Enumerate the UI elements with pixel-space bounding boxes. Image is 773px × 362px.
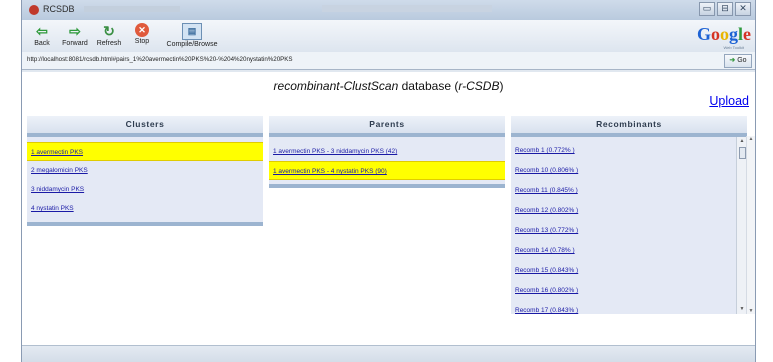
title-text: database (	[398, 79, 459, 93]
recombinant-item[interactable]: Recomb 16 (0.802% )	[511, 281, 747, 301]
clusters-footer	[27, 218, 263, 226]
scroll-thumb[interactable]	[738, 147, 746, 159]
refresh-button[interactable]: ↻ Refresh	[94, 21, 124, 51]
forward-label: Forward	[62, 40, 88, 47]
recombinant-item[interactable]: Recomb 15 (0.843% )	[511, 261, 747, 281]
title-abbrev: r-CSDB	[458, 79, 500, 93]
forward-button[interactable]: ⇨ Forward	[58, 21, 92, 51]
go-button[interactable]: ➜ Go	[724, 54, 752, 68]
go-arrow-icon: ➜	[729, 57, 736, 64]
page-scroll-down-icon[interactable]: ▼	[747, 308, 755, 314]
cluster-item[interactable]: 2 megalomicin PKS	[27, 161, 263, 180]
toolbar: ⇦ Back ⇨ Forward ↻ Refresh ✕ Stop ▤ Comp…	[22, 20, 755, 53]
clusters-header: Clusters	[27, 116, 263, 137]
compile-label: Compile/Browse	[166, 41, 218, 48]
cluster-item[interactable]: 1 avermectin PKS	[27, 142, 263, 161]
forward-arrow-icon: ⇨	[69, 23, 81, 39]
recombinants-header: Recombinants	[511, 116, 747, 137]
content-top-border	[22, 70, 755, 72]
cluster-item[interactable]: 3 niddamycin PKS	[27, 180, 263, 199]
title-bar: RCSDB ▭ ⊟ ✕	[22, 0, 755, 20]
parents-list: 1 avermectin PKS - 3 niddamycin PKS (42)…	[269, 137, 505, 180]
go-label: Go	[737, 57, 747, 64]
page-title: recombinant-ClustScan database (r-CSDB)	[22, 79, 755, 93]
url-field[interactable]: http://localhost:8081/rcsdb.html#pairs_1…	[27, 56, 293, 63]
recombinant-item[interactable]: Recomb 10 (0.806% )	[511, 161, 747, 181]
page-content: recombinant-ClustScan database (r-CSDB) …	[22, 70, 755, 346]
clusters-list: 1 avermectin PKS 2 megalomicin PKS 3 nid…	[27, 137, 263, 218]
recombinant-item[interactable]: Recomb 14 (0.78% )	[511, 241, 747, 261]
address-bar: http://localhost:8081/rcsdb.html#pairs_1…	[22, 52, 755, 70]
upload-link[interactable]: Upload	[709, 94, 749, 108]
recombinant-item[interactable]: Recomb 12 (0.802% )	[511, 201, 747, 221]
google-logo: Google	[696, 24, 751, 44]
parent-item[interactable]: 1 avermectin PKS - 4 nystatin PKS (90)	[269, 161, 505, 180]
status-bar	[22, 345, 755, 362]
window-title: RCSDB	[43, 4, 75, 14]
recombinant-item[interactable]: Recomb 17 (0.843% )	[511, 301, 747, 314]
cluster-item[interactable]: 4 nystatin PKS	[27, 199, 263, 218]
recombinants-list: Recomb 1 (0.772% ) Recomb 10 (0.806% ) R…	[511, 137, 747, 314]
stop-icon: ✕	[135, 23, 149, 37]
title-close: )	[499, 79, 504, 93]
back-arrow-icon: ⇦	[36, 23, 48, 39]
recombinant-item[interactable]: Recomb 11 (0.845% )	[511, 181, 747, 201]
window-controls: ▭ ⊟ ✕	[697, 2, 751, 16]
recombinant-item[interactable]: Recomb 1 (0.772% )	[511, 141, 747, 161]
back-label: Back	[34, 40, 50, 47]
refresh-label: Refresh	[96, 40, 122, 47]
maximize-button[interactable]: ⊟	[717, 2, 733, 16]
back-button[interactable]: ⇦ Back	[28, 21, 56, 51]
parents-footer	[269, 180, 505, 188]
blurred-window-text	[322, 5, 492, 12]
close-button[interactable]: ✕	[735, 2, 751, 16]
recombinants-panel: Recombinants Recomb 1 (0.772% ) Recomb 1…	[511, 116, 747, 314]
stop-button[interactable]: ✕ Stop	[130, 21, 154, 51]
browser-window: RCSDB ▭ ⊟ ✕ ⇦ Back ⇨ Forward ↻ Refresh ✕…	[21, 0, 756, 362]
parents-panel: Parents 1 avermectin PKS - 3 niddamycin …	[269, 116, 505, 188]
compile-browse-button[interactable]: ▤ Compile/Browse	[162, 21, 222, 51]
page-scrollbar[interactable]: ▲ ▼	[746, 136, 755, 314]
refresh-icon: ↻	[103, 23, 115, 39]
blurred-title-text	[84, 6, 180, 12]
compile-icon: ▤	[182, 23, 202, 40]
title-italic: recombinant-ClustScan	[273, 79, 399, 93]
app-icon	[29, 5, 39, 15]
parent-item[interactable]: 1 avermectin PKS - 3 niddamycin PKS (42)	[269, 142, 505, 161]
page-scroll-up-icon[interactable]: ▲	[747, 136, 755, 142]
stop-label: Stop	[134, 38, 150, 45]
recombinant-item[interactable]: Recomb 13 (0.772% )	[511, 221, 747, 241]
parents-header: Parents	[269, 116, 505, 137]
clusters-panel: Clusters 1 avermectin PKS 2 megalomicin …	[27, 116, 263, 226]
google-logo-subtitle: Web Toolkit	[723, 45, 744, 50]
minimize-button[interactable]: ▭	[699, 2, 715, 16]
